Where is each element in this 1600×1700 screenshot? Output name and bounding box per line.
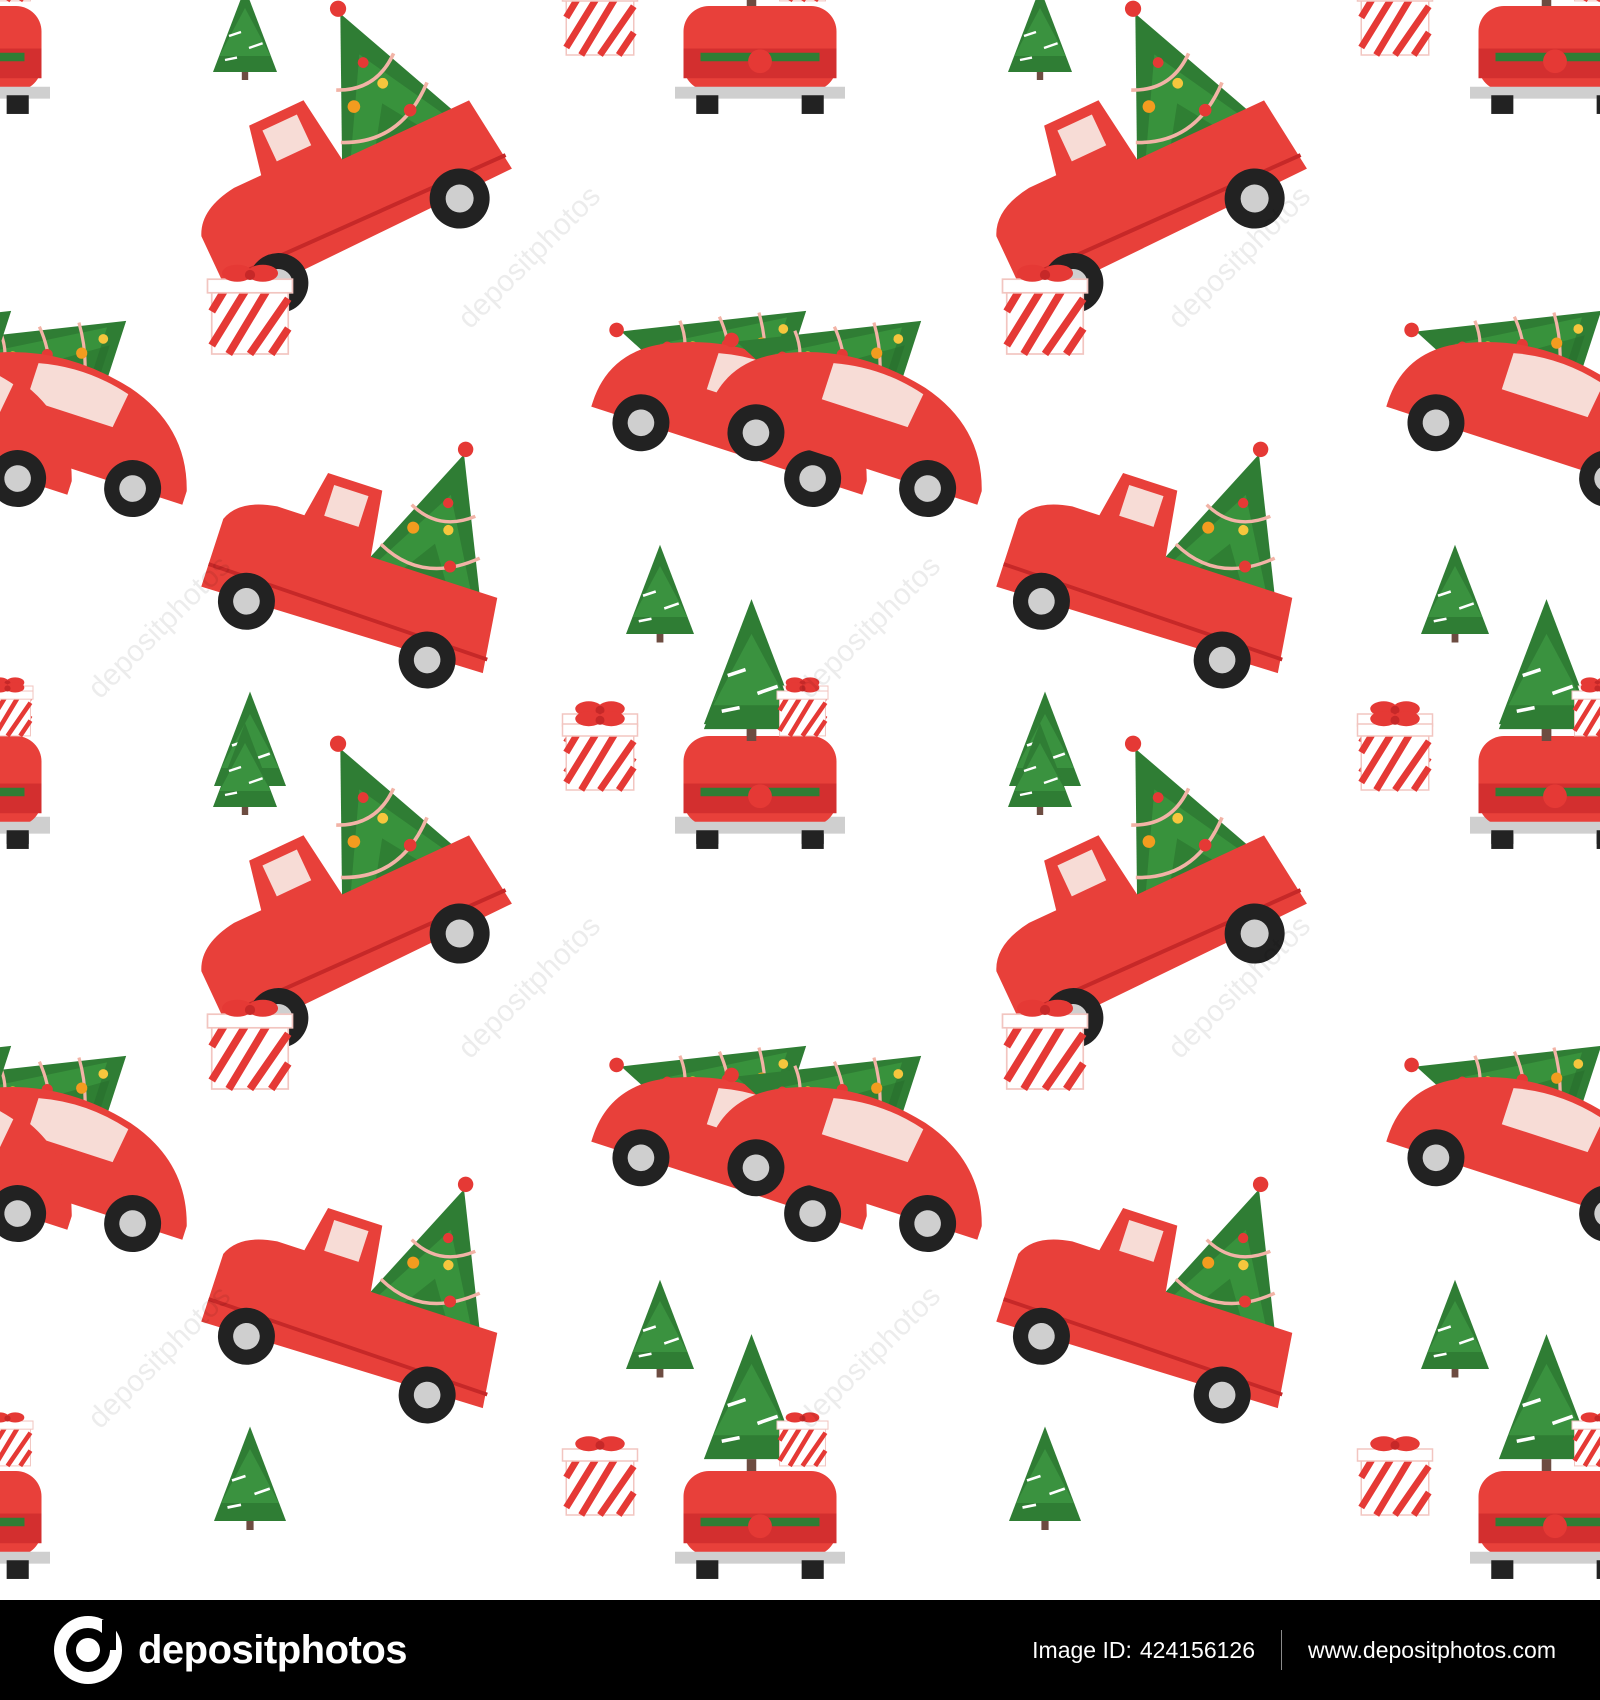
rear-truck-motif <box>1470 0 1600 114</box>
rear-truck-motif <box>675 0 845 114</box>
pattern-canvas: depositphotos depositphotos depositphoto… <box>0 0 1600 1600</box>
stock-footer: depositphotos Image ID: 424156126 www.de… <box>0 1600 1600 1700</box>
footer-divider <box>1280 1630 1282 1670</box>
brand-logo[interactable]: depositphotos <box>50 1612 408 1688</box>
rear-truck-motif <box>0 604 50 849</box>
truck-motif <box>930 0 1321 331</box>
plain-tree-motif <box>1419 1278 1491 1379</box>
plain-tree-motif <box>624 543 696 644</box>
rear-truck-motif <box>1470 1334 1600 1579</box>
brand-name: depositphotos <box>138 1627 408 1672</box>
rear-truck-motif <box>675 604 845 849</box>
truck-motif <box>135 0 526 331</box>
plain-tree-motif <box>1419 543 1491 644</box>
gift-motif <box>1358 0 1433 55</box>
depositphotos-logo-icon <box>54 1616 122 1684</box>
plain-tree-motif <box>624 1278 696 1379</box>
image-id-label: Image ID: <box>1032 1636 1132 1663</box>
truck-motif <box>930 698 1321 1066</box>
plain-tree-motif <box>212 1425 288 1532</box>
christmas-pattern <box>0 0 1600 1600</box>
gift-motif <box>563 1436 638 1515</box>
rear-truck-motif <box>0 0 50 114</box>
truck-motif <box>987 1112 1344 1439</box>
pattern-motifs <box>0 0 1600 1579</box>
truck-motif <box>192 1112 549 1439</box>
rear-truck-motif <box>1470 604 1600 849</box>
beetle-motif <box>1371 990 1600 1257</box>
image-meta: Image ID: 424156126 www.depositphotos.co… <box>1032 1630 1556 1670</box>
truck-motif <box>192 377 549 704</box>
rear-truck-motif <box>0 1334 50 1579</box>
gift-motif <box>563 0 638 55</box>
site-url-link[interactable]: www.depositphotos.com <box>1308 1637 1556 1664</box>
plain-tree-motif <box>1007 1425 1083 1532</box>
gift-motif <box>1358 1436 1433 1515</box>
plain-tree-motif <box>1006 0 1074 82</box>
truck-motif <box>987 377 1344 704</box>
beetle-motif <box>1371 255 1600 522</box>
truck-motif <box>135 698 526 1066</box>
plain-tree-motif <box>211 0 279 82</box>
rear-truck-motif <box>675 1334 845 1579</box>
image-id-value: 424156126 <box>1139 1636 1255 1663</box>
